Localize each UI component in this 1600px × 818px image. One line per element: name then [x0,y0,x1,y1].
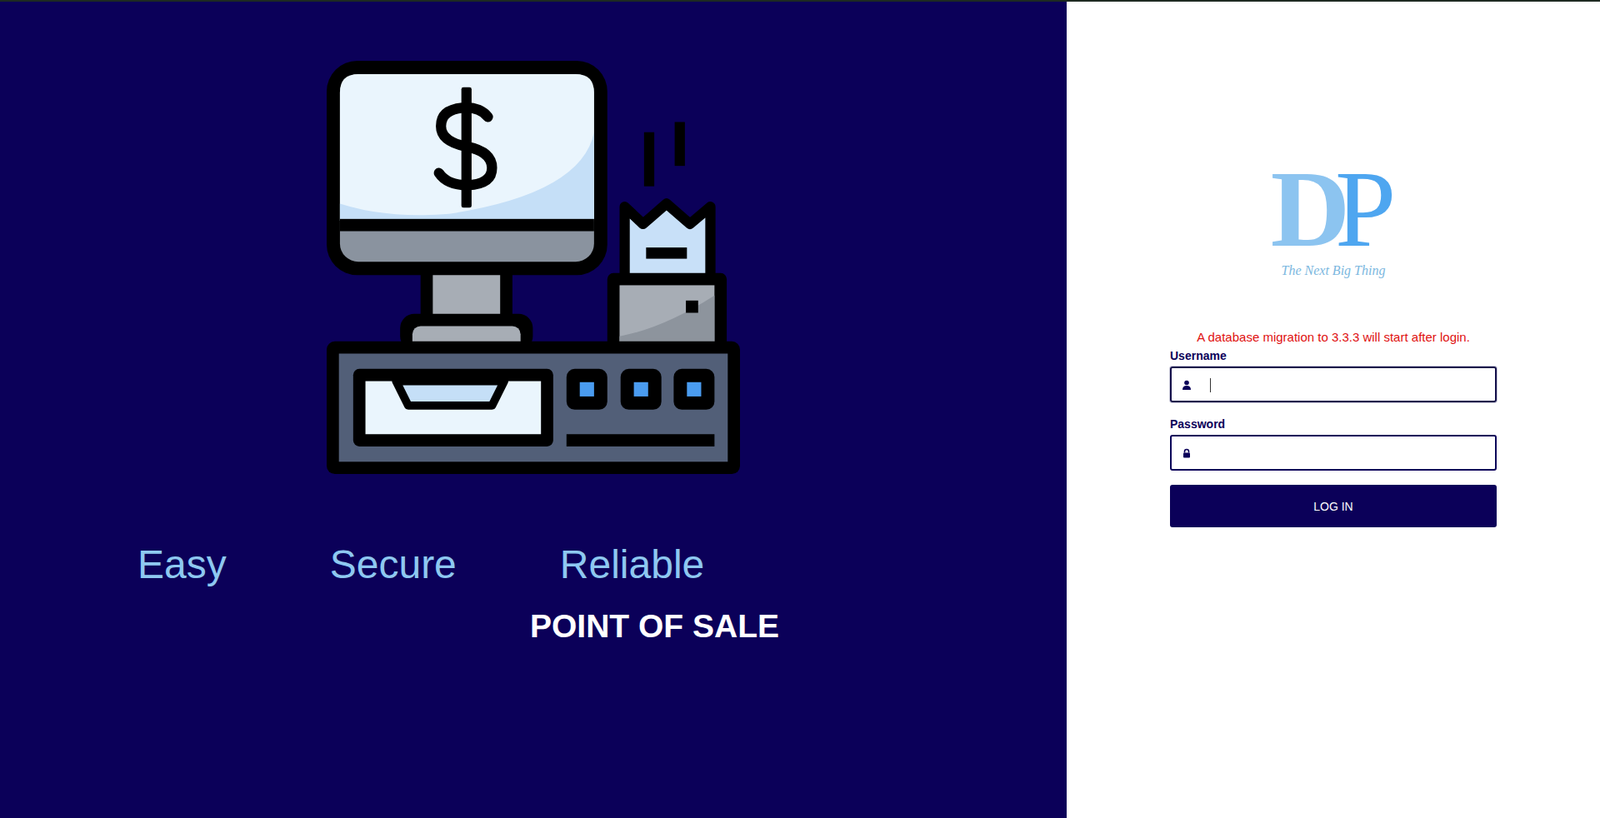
lock-icon [1181,448,1192,459]
hero-panel: Easy Secure Reliable POINT OF SALE [0,1,1067,818]
text-caret [1210,378,1211,393]
login-button[interactable]: LOG IN [1170,485,1497,528]
tagline: Reliable [560,540,705,589]
user-icon [1181,380,1192,390]
login-page: Easy Secure Reliable POINT OF SALE DP The … [0,0,1600,818]
form-field: Password [1170,416,1497,471]
tagline-row: Easy Secure Reliable [0,540,1067,589]
text-input[interactable] [1198,445,1487,461]
field-label: Username [1170,348,1497,364]
input-box[interactable] [1170,366,1497,403]
input-box[interactable] [1170,435,1497,471]
pos-title: POINT OF SALE [530,608,780,645]
cash-register-icon [326,60,740,475]
login-panel: DP The Next Big Thing A database migrati… [1066,1,1600,818]
tagline: Secure [330,540,457,589]
text-input[interactable] [1198,376,1487,393]
logo-letter: P [1335,153,1396,265]
form-field: Username [1170,348,1497,403]
migration-notice: A database migration to 3.3.3 will start… [1170,330,1497,345]
tagline: Easy [137,540,227,589]
login-form: A database migration to 3.3.3 will start… [1170,330,1497,528]
logo-slogan: The Next Big Thing [1281,263,1386,279]
field-label: Password [1170,416,1497,432]
company-logo: DP The Next Big Thing [1254,153,1413,279]
